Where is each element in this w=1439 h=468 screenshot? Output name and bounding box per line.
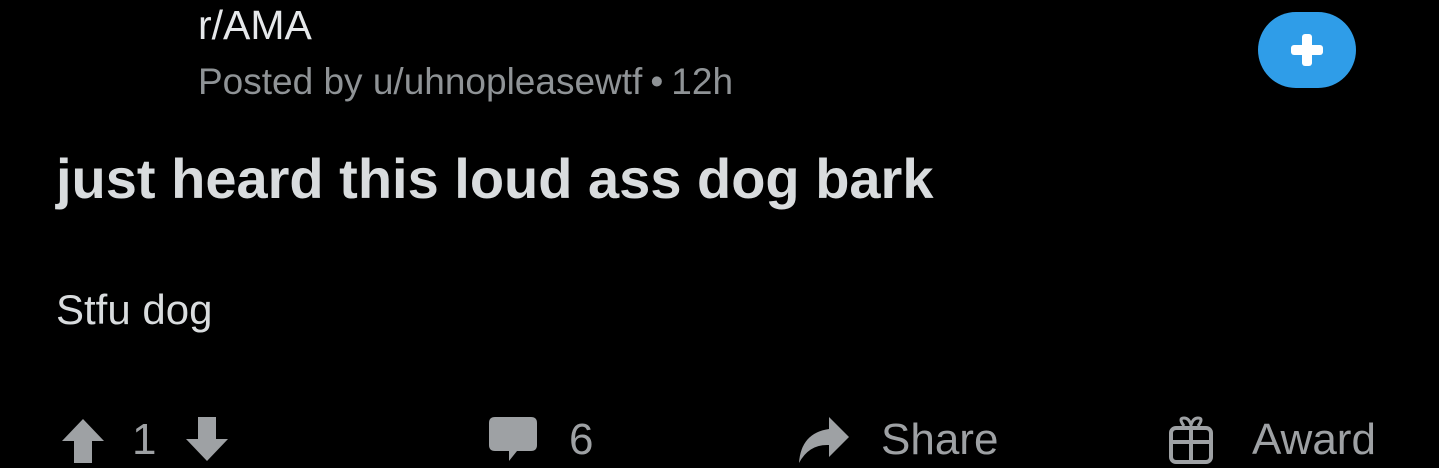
post-title[interactable]: just heard this loud ass dog bark [56,146,934,212]
post-header: r/AMA Posted by u/uhnopleasewtf • 12h [198,0,733,104]
award-button[interactable]: Award [1168,414,1376,466]
post-body: Stfu dog [56,286,213,333]
posted-by-label: Posted by [198,61,363,102]
post-age: 12h [671,61,734,102]
meta-separator: • [650,61,664,102]
author-link[interactable]: u/uhnopleasewtf [373,61,642,102]
join-button[interactable] [1258,12,1356,88]
share-arrow-icon [799,417,849,463]
plus-icon [1291,34,1323,66]
gift-icon [1169,416,1213,464]
comments-button[interactable]: 6 [487,414,593,466]
subreddit-name[interactable]: r/AMA [198,0,733,50]
share-button[interactable]: Share [795,414,998,466]
award-label: Award [1252,415,1376,464]
post-meta: Posted by u/uhnopleasewtf • 12h [198,60,733,104]
share-label: Share [881,415,999,464]
arrow-up-icon[interactable] [60,417,106,463]
vote-score: 1 [132,415,157,464]
comment-bubble-icon [489,417,537,461]
comment-count: 6 [569,415,594,464]
vote-controls: 1 [60,414,230,466]
arrow-down-icon[interactable] [184,417,230,463]
post-action-bar: 1 6 Share Award [0,408,1439,468]
